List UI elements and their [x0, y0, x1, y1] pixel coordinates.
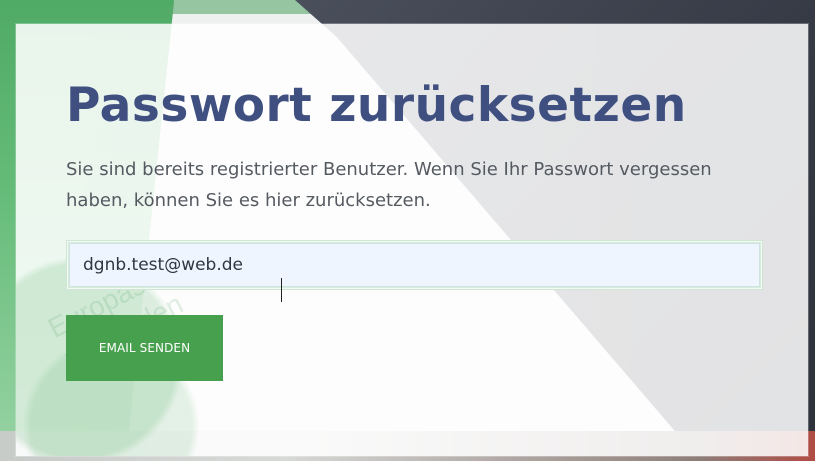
page-title: Passwort zurücksetzen	[66, 78, 687, 133]
email-field-wrapper	[66, 240, 763, 290]
email-send-button[interactable]: EMAIL SENDEN	[66, 315, 223, 381]
password-reset-content: Passwort zurücksetzen Sie sind bereits r…	[66, 78, 776, 381]
email-field[interactable]	[69, 243, 760, 287]
text-cursor	[281, 278, 282, 302]
password-reset-card: Europas zu werden Passwort zurücksetzen …	[16, 24, 808, 456]
page-description: Sie sind bereits registrierter Benutzer.…	[66, 159, 712, 211]
